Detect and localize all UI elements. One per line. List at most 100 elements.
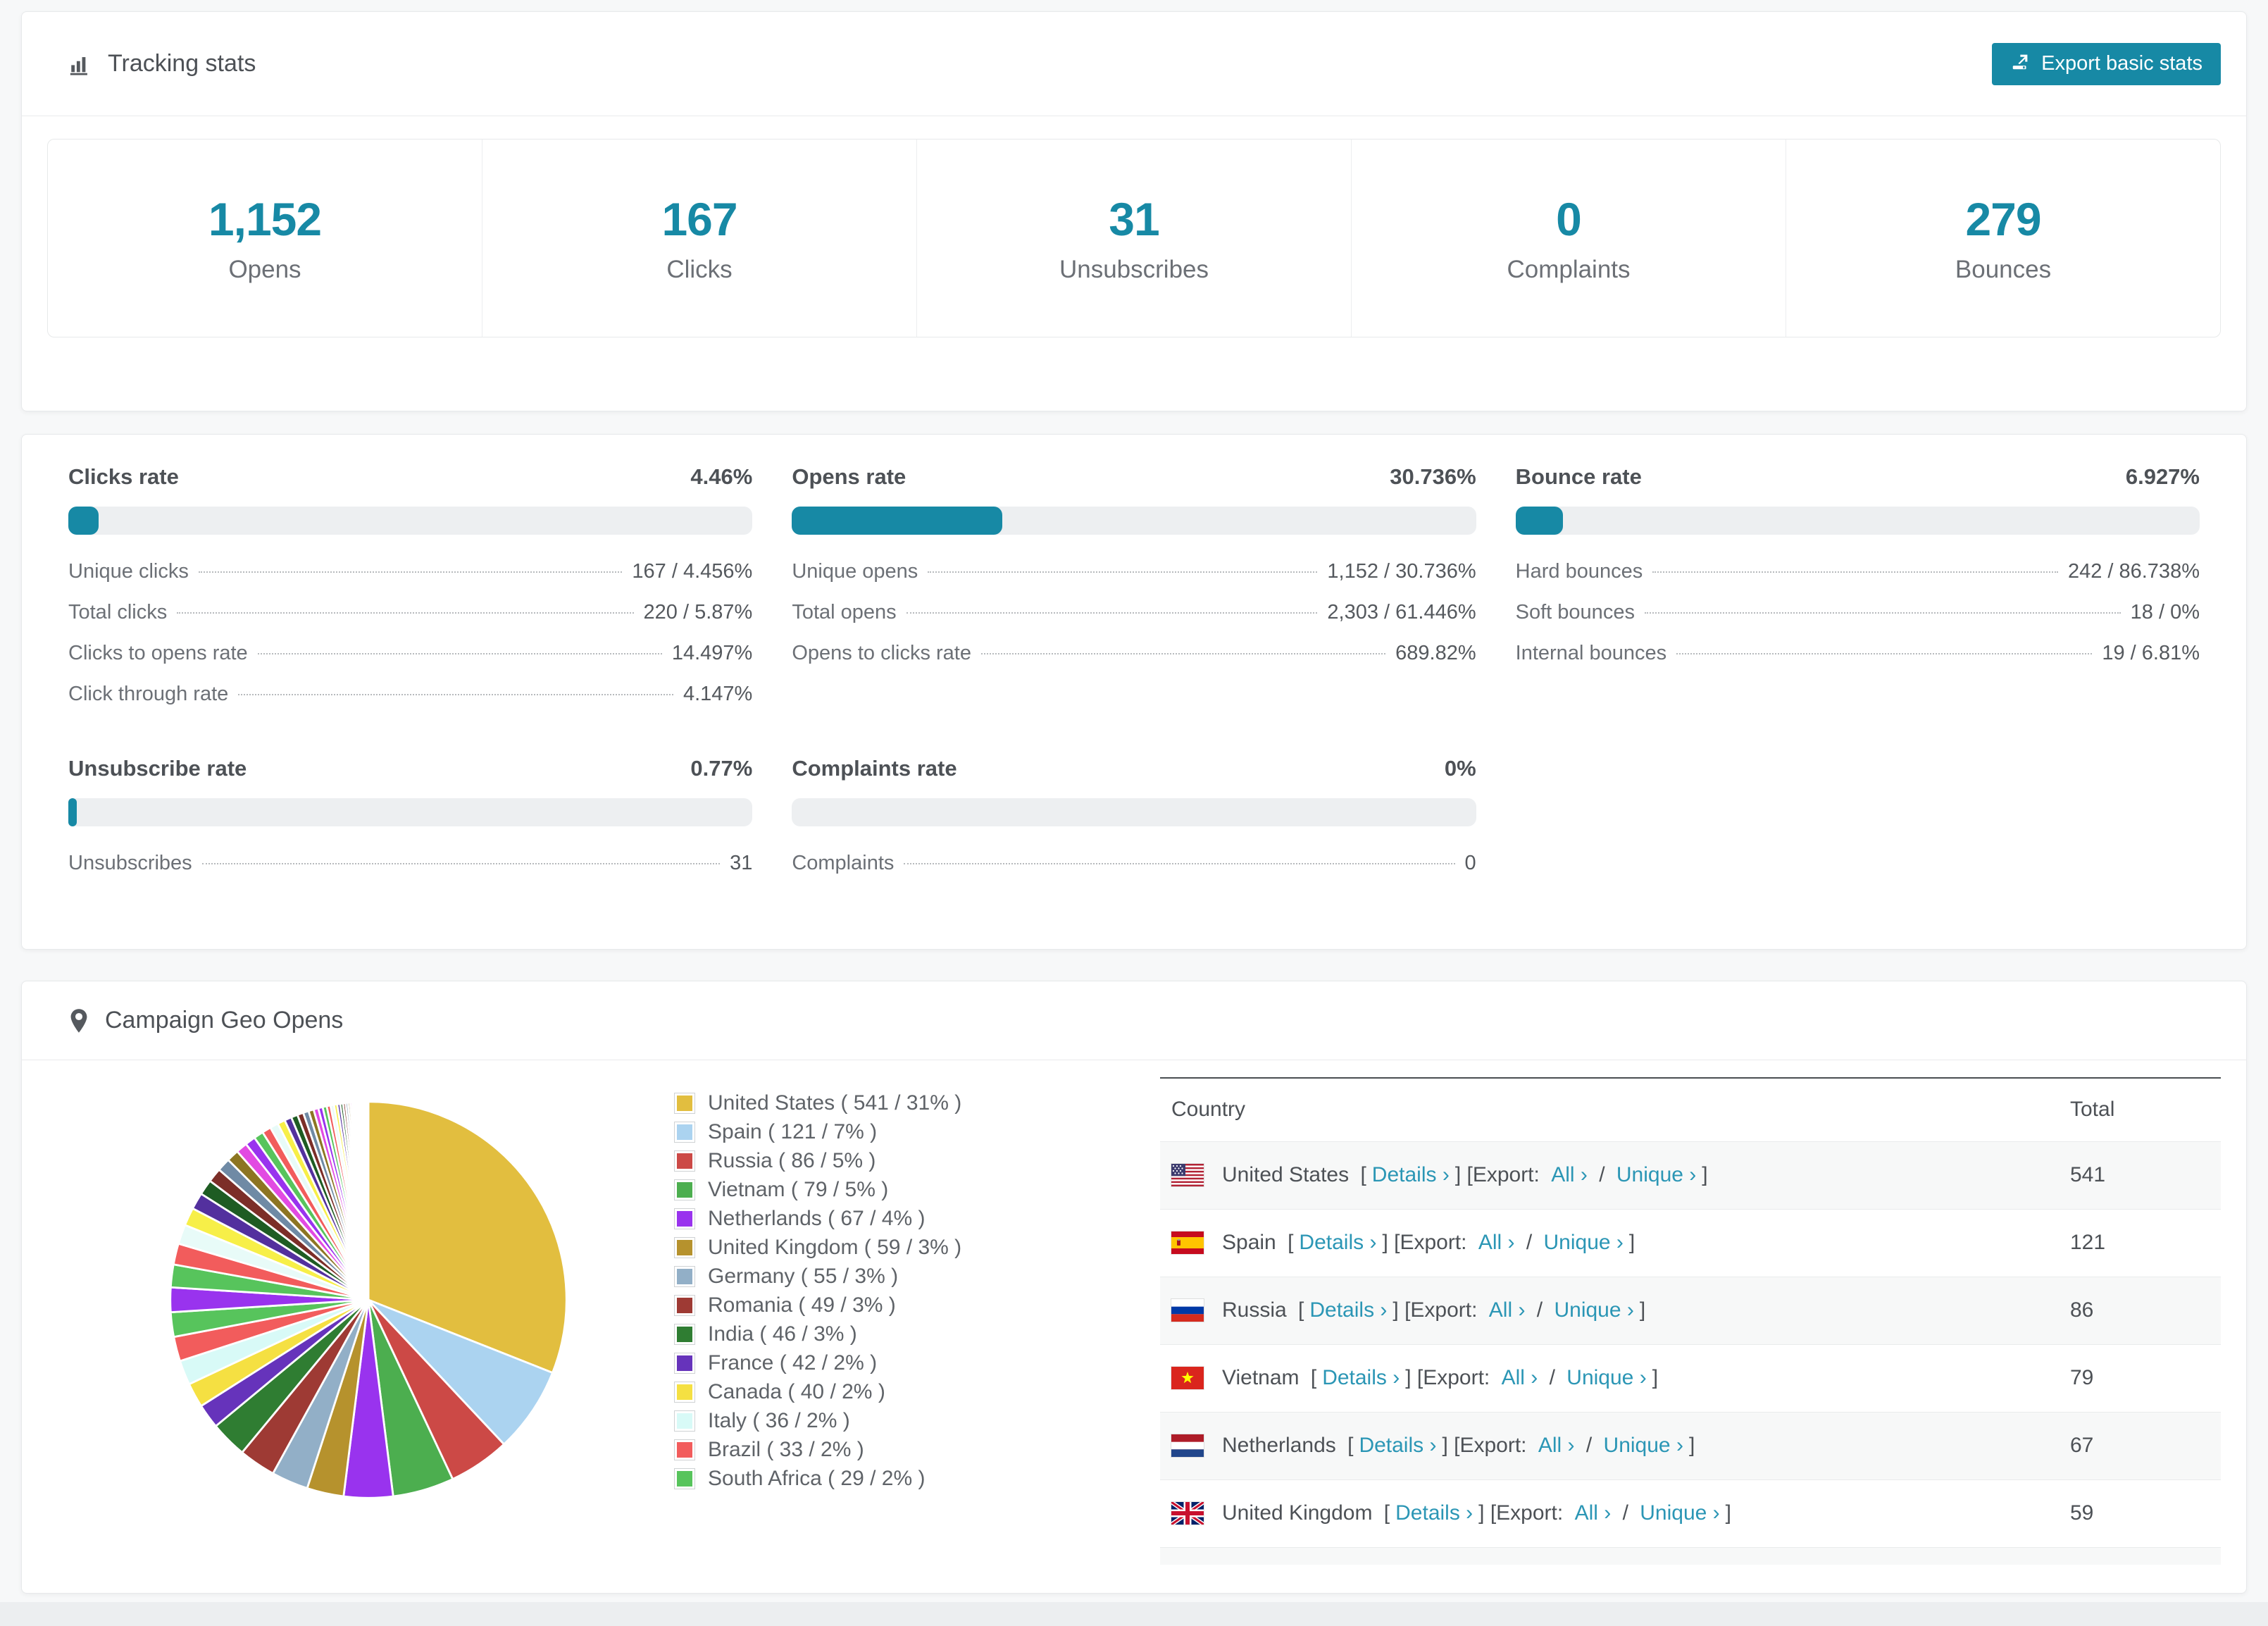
country-name: United States — [1222, 1163, 1350, 1186]
legend-label: India ( 46 / 3% ) — [708, 1322, 857, 1346]
table-row-germany: Germany [Details ›] [Export: All › / Uni… — [1160, 1547, 2221, 1565]
dotted-leader — [1644, 612, 2121, 614]
dotted-leader — [906, 612, 1318, 614]
legend-item-germany[interactable]: Germany ( 55 / 3% ) — [674, 1262, 1160, 1291]
stat-label: Bounces — [1955, 256, 2052, 283]
legend-label: Brazil ( 33 / 2% ) — [708, 1437, 864, 1461]
stat-line-label: Unique opens — [792, 560, 918, 583]
legend-item-spain[interactable]: Spain ( 121 / 7% ) — [674, 1117, 1160, 1146]
export-all-link[interactable]: All › — [1478, 1231, 1515, 1255]
export-unique-link[interactable]: Unique › — [1640, 1501, 1719, 1525]
export-all-link[interactable]: All › — [1489, 1298, 1526, 1322]
legend-swatch — [674, 1121, 695, 1143]
legend-label: Russia ( 86 / 5% ) — [708, 1148, 876, 1172]
rate-title: Bounce rate — [1515, 464, 1642, 489]
stat-line-hard-bounces: Hard bounces 242 / 86.738% — [1516, 560, 2200, 601]
bracket: ] — [1652, 1366, 1659, 1389]
legend-item-romania[interactable]: Romania ( 49 / 3% ) — [674, 1291, 1160, 1320]
details-link[interactable]: Details › — [1299, 1231, 1376, 1255]
stat-line-unsubscribes: Unsubscribes 31 — [68, 852, 752, 893]
legend-item-united-kingdom[interactable]: United Kingdom ( 59 / 3% ) — [674, 1233, 1160, 1262]
total-column-header: Total — [2070, 1098, 2115, 1122]
dotted-leader — [198, 571, 623, 573]
legend-label: South Africa ( 29 / 2% ) — [708, 1466, 926, 1490]
rate-detail-rows: Unique clicks 167 / 4.456% Total clicks 220… — [68, 560, 752, 724]
export-all-link[interactable]: All › — [1551, 1163, 1588, 1187]
legend-item-netherlands[interactable]: Netherlands ( 67 / 4% ) — [674, 1204, 1160, 1233]
stat-line-value: 167 / 4.456% — [632, 560, 753, 583]
tracking-stats-title-row: Tracking stats — [68, 50, 256, 77]
legend-label: Vietnam ( 79 / 5% ) — [708, 1177, 889, 1201]
export-unique-link[interactable]: Unique › — [1616, 1163, 1696, 1187]
legend-label: United Kingdom ( 59 / 3% ) — [708, 1235, 962, 1259]
country-cell: Spain [Details ›] [Export: All › / Uniqu… — [1171, 1231, 2048, 1255]
details-link[interactable]: Details › — [1359, 1434, 1436, 1458]
export-unique-link[interactable]: Unique › — [1544, 1231, 1624, 1255]
legend-label: United States ( 541 / 31% ) — [708, 1091, 962, 1115]
rate-detail-rows: Unique opens 1,152 / 30.736% Total opens 2,… — [792, 560, 1476, 683]
rate-value: 6.927% — [2125, 464, 2200, 489]
flag-icon-gb — [1171, 1502, 1204, 1525]
rate-detail-rows: Complaints 0 — [792, 852, 1476, 893]
bar-chart-icon — [68, 52, 92, 76]
page-title: Tracking stats — [108, 50, 256, 77]
flag-icon-us — [1171, 1164, 1204, 1186]
legend-item-india[interactable]: India ( 46 / 3% ) — [674, 1320, 1160, 1348]
details-link[interactable]: Details › — [1372, 1163, 1450, 1187]
legend-item-vietnam[interactable]: Vietnam ( 79 / 5% ) — [674, 1175, 1160, 1204]
stat-line-label: Unique clicks — [68, 560, 189, 583]
rate-head: Opens rate 30.736% — [792, 464, 1476, 490]
rate-head: Complaints rate 0% — [792, 756, 1476, 781]
table-row-russia: Russia [Details ›] [Export: All › / Uniq… — [1160, 1277, 2221, 1344]
legend-item-south-africa[interactable]: South Africa ( 29 / 2% ) — [674, 1464, 1160, 1493]
legend-item-brazil[interactable]: Brazil ( 33 / 2% ) — [674, 1435, 1160, 1464]
details-link[interactable]: Details › — [1309, 1298, 1387, 1322]
legend-swatch — [674, 1467, 695, 1489]
progress-bar-track — [68, 798, 753, 826]
legend-label: Canada ( 40 / 2% ) — [708, 1379, 885, 1403]
geo-header: Campaign Geo Opens — [22, 981, 2246, 1060]
export-all-link[interactable]: All › — [1502, 1366, 1538, 1390]
rate-block-unsubscribe-rate: Unsubscribe rate 0.77% Unsubscribes 31 — [68, 756, 753, 893]
details-link[interactable]: Details › — [1322, 1366, 1400, 1390]
rates-grid: Clicks rate 4.46% Unique clicks 167 / 4.456… — [68, 464, 2200, 893]
total-value: 86 — [2070, 1298, 2094, 1322]
legend-item-canada[interactable]: Canada ( 40 / 2% ) — [674, 1377, 1160, 1406]
export-basic-stats-button[interactable]: Export basic stats — [1992, 42, 2221, 85]
export-all-link[interactable]: All › — [1538, 1434, 1575, 1458]
dotted-leader — [177, 612, 634, 614]
rate-block-opens-rate: Opens rate 30.736% Unique opens 1,152 / 30.… — [792, 464, 1476, 724]
dotted-leader — [1676, 653, 2093, 654]
stat-line-label: Hard bounces — [1515, 560, 1643, 583]
export-all-link[interactable]: All › — [1575, 1501, 1612, 1525]
bracket: [ — [1378, 1501, 1390, 1525]
country-cell: Russia [Details ›] [Export: All › / Uniq… — [1171, 1298, 2048, 1322]
legend-label: Italy ( 36 / 2% ) — [708, 1408, 850, 1432]
stat-line-value: 4.147% — [683, 683, 753, 705]
rate-title: Unsubscribe rate — [68, 756, 247, 781]
legend-item-united-states[interactable]: United States ( 541 / 31% ) — [674, 1088, 1160, 1117]
legend-item-russia[interactable]: Russia ( 86 / 5% ) — [674, 1146, 1160, 1175]
total-value: 79 — [2070, 1366, 2094, 1389]
dotted-leader — [257, 653, 662, 654]
export-unique-link[interactable]: Unique › — [1566, 1366, 1646, 1390]
legend-label: Romania ( 49 / 3% ) — [708, 1293, 896, 1317]
export-unique-link[interactable]: Unique › — [1604, 1434, 1683, 1458]
legend-swatch — [674, 1150, 695, 1172]
geo-table-header-row: Country Total — [1160, 1078, 2221, 1141]
map-pin-icon — [68, 1008, 89, 1034]
bracket: ] [Export: — [1454, 1163, 1546, 1186]
legend-swatch — [674, 1294, 695, 1316]
legend-swatch — [674, 1352, 695, 1374]
total-value: 541 — [2070, 1163, 2106, 1186]
rate-block-clicks-rate: Clicks rate 4.46% Unique clicks 167 / 4.456… — [68, 464, 753, 724]
geo-title-row: Campaign Geo Opens — [68, 1007, 343, 1034]
rates-card: Clicks rate 4.46% Unique clicks 167 / 4.456… — [21, 434, 2247, 950]
stat-line-value: 31 — [730, 852, 753, 874]
details-link[interactable]: Details › — [1395, 1501, 1473, 1525]
geo-table-container: Country Total United States [Details ›] … — [1160, 1077, 2221, 1565]
export-unique-link[interactable]: Unique › — [1554, 1298, 1633, 1322]
stat-line-label: Total opens — [792, 601, 897, 623]
legend-item-france[interactable]: France ( 42 / 2% ) — [674, 1348, 1160, 1377]
legend-item-italy[interactable]: Italy ( 36 / 2% ) — [674, 1406, 1160, 1435]
